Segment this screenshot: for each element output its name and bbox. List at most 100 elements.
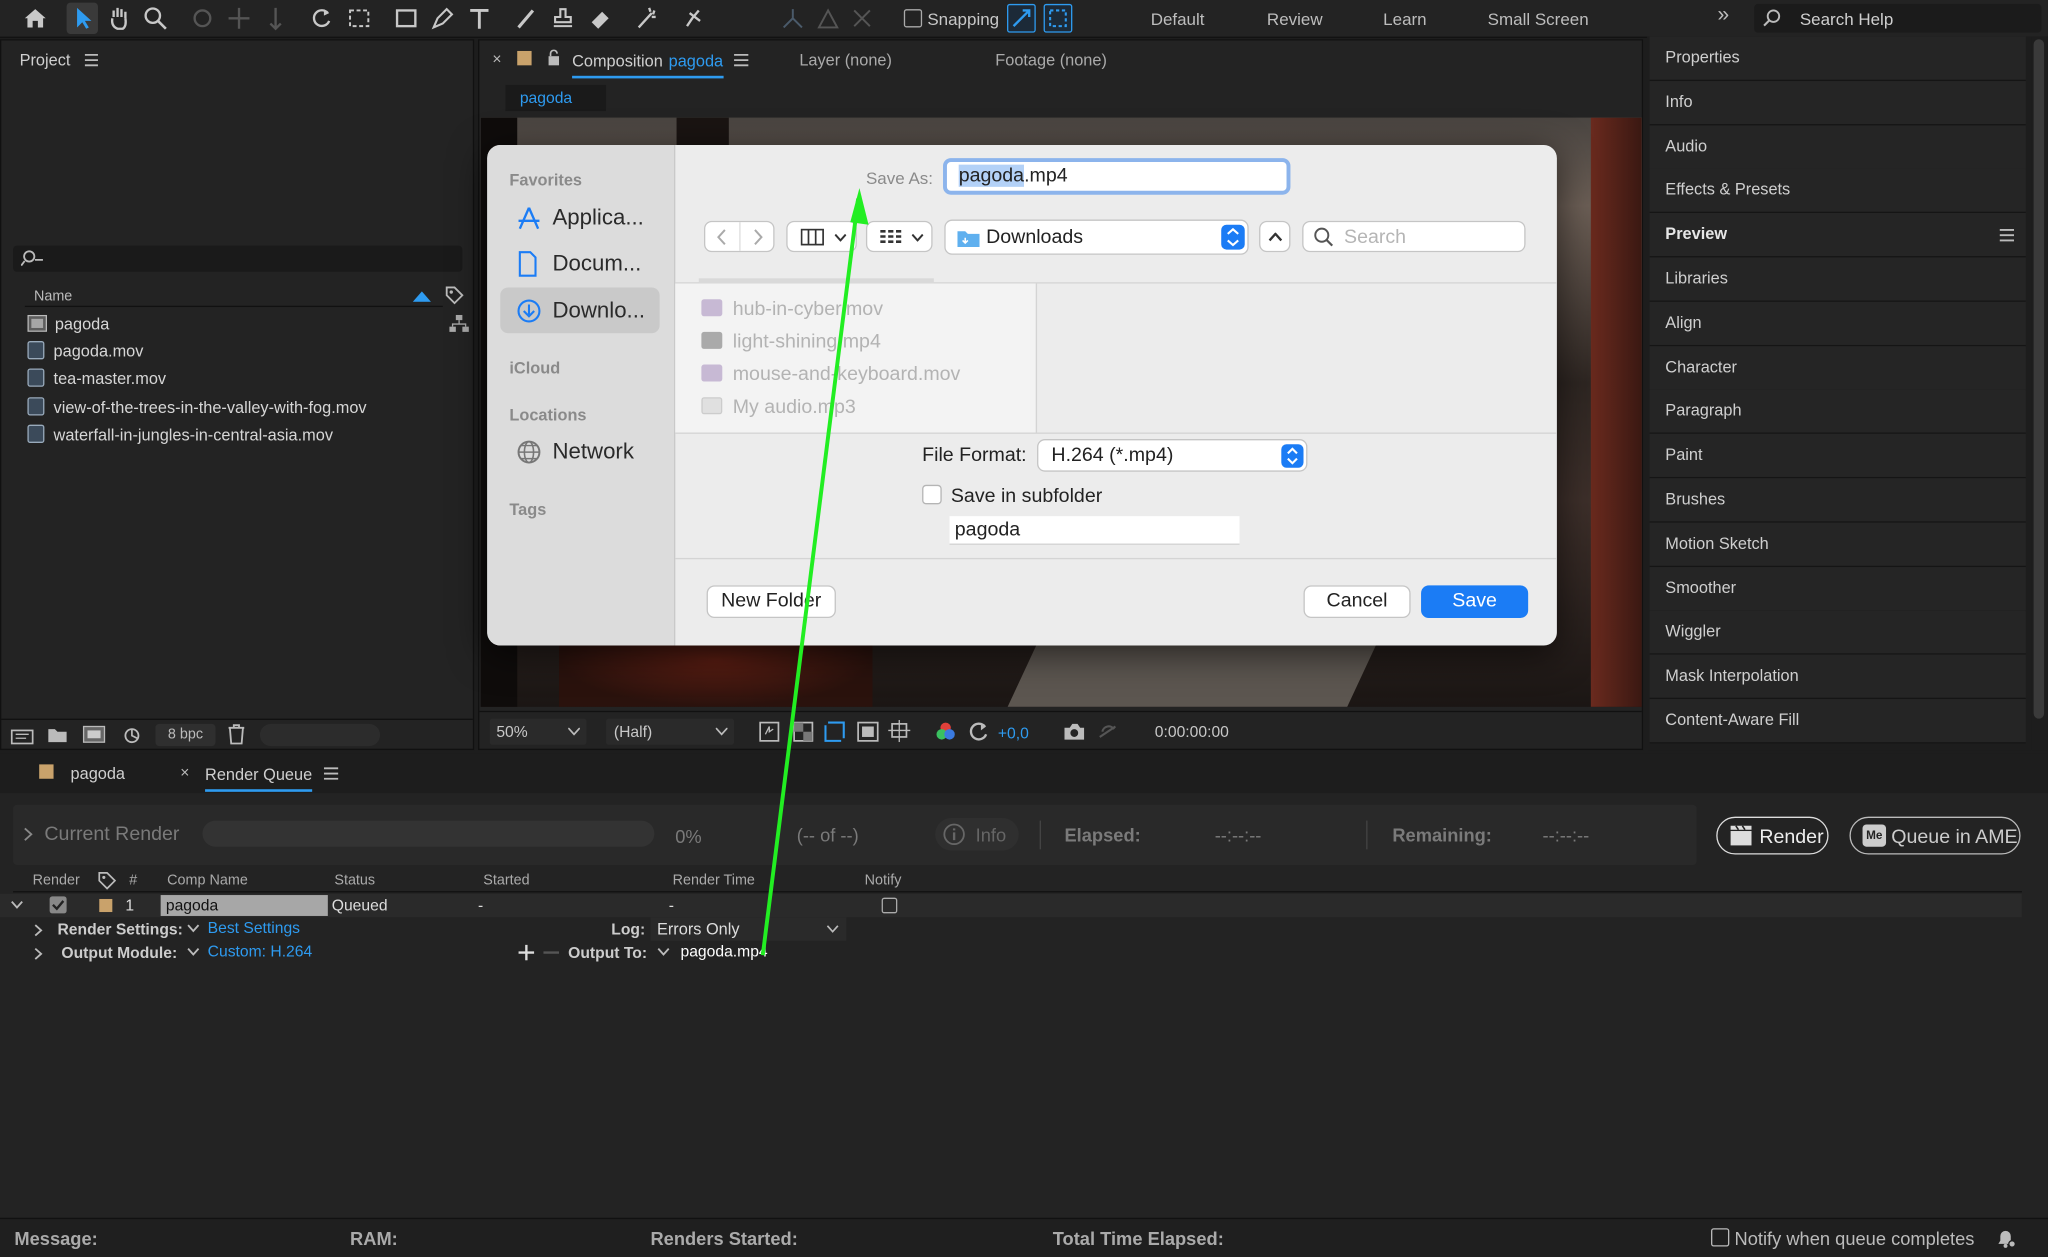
right-scrollbar-thumb[interactable] — [2033, 39, 2045, 719]
rotate-tool-icon[interactable] — [308, 5, 334, 31]
current-time-display[interactable]: 0:00:00:00 — [1139, 719, 1245, 745]
back-icon[interactable] — [716, 229, 728, 246]
trash-icon[interactable] — [227, 724, 245, 745]
render-settings-value[interactable]: Best Settings — [208, 919, 300, 937]
thumbnail-slider[interactable] — [259, 723, 381, 747]
project-item-composition[interactable]: pagoda — [27, 311, 109, 338]
panel-item-mask-interpolation[interactable]: Mask Interpolation — [1649, 654, 2026, 700]
interpret-footage-icon[interactable] — [10, 726, 34, 745]
type-tool-icon[interactable] — [466, 5, 492, 31]
show-snapshot-icon[interactable] — [1097, 723, 1119, 741]
group-button[interactable] — [865, 220, 933, 253]
close-tab-icon[interactable]: × — [180, 763, 189, 781]
snap-features-toggle[interactable] — [1043, 3, 1073, 33]
header-started[interactable]: Started — [483, 873, 529, 889]
camera-behind-tool-icon[interactable] — [346, 5, 372, 31]
header-status[interactable]: Status — [334, 873, 375, 889]
snapping-checkbox[interactable] — [903, 9, 923, 28]
cancel-button[interactable]: Cancel — [1303, 585, 1411, 619]
workspace-learn[interactable]: Learn — [1383, 9, 1426, 29]
save-as-input[interactable]: pagoda.mp4 — [943, 158, 1291, 195]
project-item-footage[interactable]: waterfall-in-jungles-in-central-asia.mov — [27, 422, 333, 449]
axis-view-icon[interactable] — [849, 5, 875, 31]
comp-subtab[interactable]: pagoda — [505, 84, 607, 112]
panel-item-info[interactable]: Info — [1649, 80, 2026, 126]
tab-timeline-pagoda[interactable]: pagoda — [71, 764, 125, 782]
tab-footage[interactable]: Footage (none) — [995, 51, 1107, 69]
chevron-down-icon[interactable] — [187, 924, 200, 933]
zoom-tool-icon[interactable] — [142, 5, 168, 31]
panel-item-libraries[interactable]: Libraries — [1649, 257, 2026, 302]
render-queue-item[interactable]: 1 pagoda Queued - - — [0, 893, 2022, 918]
panel-item-audio[interactable]: Audio — [1649, 124, 2026, 170]
project-settings-icon[interactable] — [120, 725, 146, 745]
new-composition-icon[interactable] — [82, 725, 106, 743]
guides-icon[interactable] — [888, 719, 911, 743]
clone-stamp-tool-icon[interactable] — [550, 5, 576, 31]
transparency-grid-icon[interactable] — [793, 721, 814, 742]
new-folder-icon[interactable] — [47, 726, 68, 743]
panel-item-wiggler[interactable]: Wiggler — [1649, 610, 2026, 656]
new-folder-button[interactable]: New Folder — [706, 585, 836, 619]
file-format-dropdown[interactable]: H.264 (*.mp4) — [1037, 439, 1308, 472]
workspaces-overflow-button[interactable]: » — [1718, 4, 1730, 28]
name-column-header[interactable]: Name — [34, 289, 72, 305]
header-comp-name[interactable]: Comp Name — [167, 873, 248, 889]
pan-tool-icon[interactable] — [226, 5, 252, 31]
panel-item-motion-sketch[interactable]: Motion Sketch — [1649, 522, 2026, 567]
workspace-review[interactable]: Review — [1267, 9, 1323, 29]
header-render[interactable]: Render — [33, 873, 80, 889]
panel-item-paint[interactable]: Paint — [1649, 434, 2026, 479]
header-number[interactable]: # — [129, 873, 137, 889]
tab-render-queue[interactable]: Render Queue — [205, 763, 313, 792]
panel-item-effects-presets[interactable]: Effects & Presets — [1649, 169, 2026, 214]
header-notify[interactable]: Notify — [865, 873, 902, 889]
flowchart-icon[interactable] — [449, 314, 469, 333]
panel-menu-icon[interactable] — [323, 767, 339, 780]
queue-in-ame-button[interactable]: Me Queue in AME — [1849, 816, 2021, 855]
hand-tool-icon[interactable] — [106, 5, 132, 31]
reset-exposure-icon[interactable] — [968, 721, 989, 742]
view-columns-button[interactable] — [786, 220, 857, 253]
close-tab-icon[interactable]: × — [492, 50, 501, 68]
label-tag-icon[interactable] — [98, 871, 117, 890]
render-button[interactable]: Render — [1716, 816, 1829, 855]
header-render-time[interactable]: Render Time — [673, 873, 755, 889]
location-dropdown[interactable]: Downloads — [944, 219, 1249, 255]
sidebar-item-documents[interactable]: Docum... — [500, 240, 659, 286]
magnification-dropdown[interactable]: 50% — [489, 718, 587, 745]
panel-menu-icon[interactable] — [1999, 229, 2015, 242]
remove-output-module-icon[interactable] — [543, 945, 560, 961]
project-item-footage[interactable]: tea-master.mov — [27, 366, 166, 393]
tab-composition[interactable]: Composition pagoda — [572, 50, 724, 79]
lock-icon[interactable] — [547, 49, 560, 67]
search-help-field[interactable]: Search Help — [1754, 3, 2042, 33]
chevron-right-icon[interactable] — [24, 827, 33, 841]
chevron-right-icon[interactable] — [34, 924, 43, 937]
chevron-right-icon[interactable] — [34, 947, 43, 960]
panel-item-content-aware-fill[interactable]: Content-Aware Fill — [1649, 699, 2026, 744]
tab-layer[interactable]: Layer (none) — [799, 51, 892, 69]
panel-item-align[interactable]: Align — [1649, 301, 2026, 346]
chevron-down-icon[interactable] — [657, 947, 670, 956]
render-checkbox[interactable] — [49, 896, 67, 914]
project-search-input[interactable] — [13, 245, 463, 272]
info-button[interactable]: Info — [935, 817, 1019, 851]
snapshot-camera-icon[interactable] — [1063, 723, 1085, 741]
sidebar-item-applications[interactable]: Applica... — [500, 195, 659, 241]
axis-world-icon[interactable] — [815, 5, 841, 31]
exposure-value[interactable]: +0,0 — [998, 724, 1029, 742]
file-row[interactable]: mouse-and-keyboard.mov — [701, 363, 960, 385]
log-dropdown[interactable]: Errors Only — [650, 917, 847, 941]
bit-depth-button[interactable]: 8 bpc — [155, 723, 216, 747]
comp-name-cell[interactable]: pagoda — [160, 895, 328, 916]
rectangle-tool-icon[interactable] — [393, 5, 419, 31]
pen-tool-icon[interactable] — [430, 5, 456, 31]
chevron-down-icon[interactable] — [10, 900, 23, 909]
file-row[interactable]: hub-in-cyber.mov — [701, 298, 883, 320]
home-icon[interactable] — [22, 5, 48, 31]
roto-brush-tool-icon[interactable] — [633, 5, 659, 31]
workspace-default[interactable]: Default — [1151, 9, 1205, 29]
workspace-small-screen[interactable]: Small Screen — [1488, 9, 1589, 29]
collapse-browser-button[interactable] — [1259, 220, 1291, 253]
